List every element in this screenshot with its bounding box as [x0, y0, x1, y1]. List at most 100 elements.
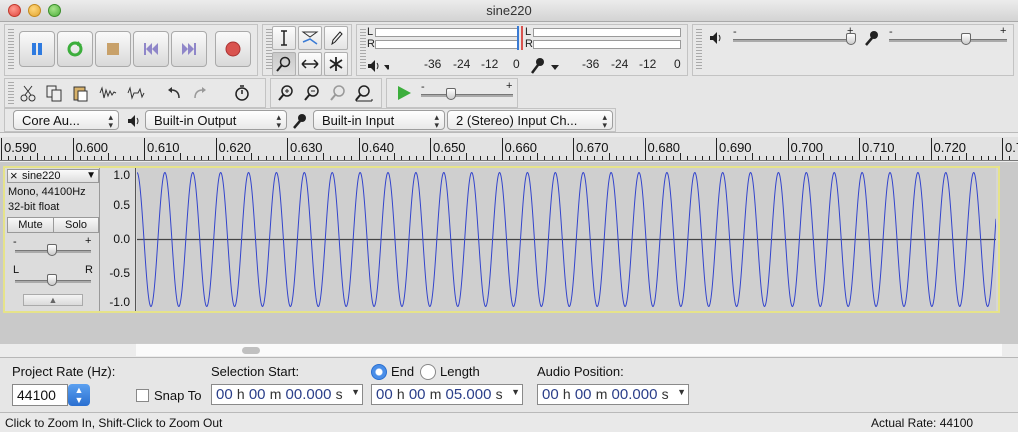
- project-rate-stepper[interactable]: ▲ ▼: [68, 384, 90, 406]
- input-device-select[interactable]: Built-in Input ▴ ▾: [313, 110, 445, 130]
- ruler-minor-tick: [801, 156, 803, 160]
- ruler-minor-tick: [301, 156, 303, 160]
- stop-button[interactable]: [95, 31, 131, 67]
- speed-slider-thumb[interactable]: [446, 88, 456, 100]
- record-meter-left[interactable]: [533, 28, 681, 37]
- track-pan-thumb[interactable]: [47, 274, 57, 286]
- pause-button[interactable]: [19, 31, 55, 67]
- input-channels-select[interactable]: 2 (Stereo) Input Ch... ▴ ▾: [447, 110, 613, 130]
- ruler-minor-tick: [530, 156, 532, 160]
- ruler-label: 0.620: [218, 140, 252, 155]
- pos-h-unit: h: [562, 386, 571, 402]
- play-icon: [398, 86, 411, 100]
- audio-position-time[interactable]: 00 h 00 m 00.000 s ▼: [537, 384, 689, 405]
- solo-button[interactable]: Solo: [53, 217, 99, 233]
- record-meter-right[interactable]: [533, 40, 681, 49]
- mute-button[interactable]: Mute: [7, 217, 54, 233]
- ruler-label: 0.590: [4, 140, 37, 155]
- scrollbar-thumb[interactable]: [242, 347, 260, 354]
- ruler-minor-tick: [544, 156, 546, 160]
- horizontal-scrollbar[interactable]: [136, 343, 1002, 356]
- meter-toolbar: L R L R -36 -24 -12 0 -36 -24 -12 0: [356, 24, 688, 76]
- amplitude-ruler[interactable]: 1.0 0.5 0.0 -0.5 -1.0: [100, 168, 136, 311]
- status-message: Click to Zoom In, Shift-Click to Zoom Ou…: [5, 416, 223, 430]
- zoom-in-button[interactable]: [275, 82, 297, 104]
- play-meter-left[interactable]: [375, 28, 519, 37]
- ruler-minor-tick: [101, 156, 103, 160]
- trim-audio-button[interactable]: [97, 82, 119, 104]
- undo-button[interactable]: [163, 82, 185, 104]
- ruler-minor-tick: [337, 156, 339, 160]
- record-button[interactable]: [215, 31, 251, 67]
- draw-tool-button[interactable]: [324, 26, 348, 50]
- output-volume-thumb[interactable]: [846, 33, 856, 45]
- selection-start-time[interactable]: 00 h 00 m 00.000 s ▼: [211, 384, 363, 405]
- redo-button[interactable]: [189, 82, 211, 104]
- snap-to-checkbox[interactable]: [136, 389, 149, 402]
- pos-minutes: 00: [574, 386, 592, 403]
- ruler-minor-tick: [265, 156, 267, 160]
- timeline-ruler[interactable]: 0.590 0.600 0.610 0.620 0.630 0.640 0.650 0.660…: [0, 137, 1018, 161]
- dropdown-arrow-icon[interactable]: ▼: [511, 387, 520, 397]
- zoom-tool-button[interactable]: [272, 52, 296, 76]
- track-name[interactable]: sine220: [22, 170, 61, 182]
- chevron-updown-icon: ▴ ▾: [602, 112, 607, 130]
- end-radio[interactable]: [371, 364, 387, 380]
- track-gain-thumb[interactable]: [47, 244, 57, 256]
- track-close-button[interactable]: ×: [10, 168, 18, 183]
- cut-button[interactable]: [17, 82, 39, 104]
- double-arrow-icon: [301, 59, 319, 69]
- play-meter-menu-button[interactable]: [367, 55, 389, 77]
- ruler-minor-tick: [58, 156, 60, 160]
- dropdown-arrow-icon[interactable]: ▼: [677, 387, 686, 397]
- ruler-minor-tick: [744, 156, 746, 160]
- play-meter-right[interactable]: [375, 40, 519, 49]
- toolbar-grip[interactable]: [8, 82, 14, 104]
- fit-project-button[interactable]: [353, 82, 375, 104]
- pan-left-label: L: [13, 264, 20, 276]
- multi-tool-button[interactable]: [324, 52, 348, 76]
- toolbar-grip[interactable]: [696, 29, 702, 71]
- zoom-out-button[interactable]: [301, 82, 323, 104]
- toolbar-grip[interactable]: [360, 29, 366, 71]
- audio-host-select[interactable]: Core Au... ▴ ▾: [13, 110, 119, 130]
- toolbar-grip[interactable]: [8, 29, 14, 71]
- skip-to-start-button[interactable]: [133, 31, 169, 67]
- speed-slider[interactable]: [421, 94, 513, 97]
- time-shift-tool-button[interactable]: [298, 52, 322, 76]
- output-device-select[interactable]: Built-in Output ▴ ▾: [145, 110, 287, 130]
- waveform-display[interactable]: [136, 168, 997, 311]
- ruler-minor-tick: [444, 156, 446, 160]
- length-radio[interactable]: [420, 364, 436, 380]
- envelope-tool-button[interactable]: [298, 26, 322, 50]
- project-rate-input[interactable]: 44100: [12, 384, 68, 406]
- play-at-speed-button[interactable]: [393, 82, 415, 104]
- input-volume-slider[interactable]: [889, 39, 1007, 42]
- ruler-minor-tick: [808, 156, 810, 160]
- selection-end-time[interactable]: 00 h 00 m 05.000 s ▼: [371, 384, 523, 405]
- selection-tool-button[interactable]: [272, 26, 296, 50]
- silence-audio-button[interactable]: [125, 82, 147, 104]
- timer-icon: [235, 85, 249, 101]
- input-volume-thumb[interactable]: [961, 33, 971, 45]
- skip-to-end-button[interactable]: [171, 31, 207, 67]
- ruler-minor-tick: [673, 156, 675, 160]
- ruler-minor-tick: [594, 156, 596, 160]
- sync-lock-button[interactable]: [231, 82, 253, 104]
- ruler-minor-tick: [29, 156, 31, 160]
- collapse-track-button[interactable]: ▲: [23, 294, 83, 306]
- start-m-unit: m: [269, 386, 282, 402]
- ruler-label: 0.720: [933, 140, 967, 155]
- fit-selection-button[interactable]: [327, 82, 349, 104]
- ruler-minor-tick: [186, 156, 188, 160]
- output-volume-slider[interactable]: [733, 39, 853, 42]
- play-button[interactable]: [57, 31, 93, 67]
- dropdown-arrow-icon[interactable]: ▼: [351, 387, 360, 397]
- ruler-minor-tick: [394, 153, 396, 160]
- ruler-minor-tick: [15, 156, 17, 160]
- paste-button[interactable]: [69, 82, 91, 104]
- record-meter-menu-button[interactable]: [529, 55, 561, 77]
- input-slider-max: +: [1000, 25, 1007, 37]
- track-menu-button[interactable]: ▼: [86, 170, 96, 181]
- copy-button[interactable]: [43, 82, 65, 104]
